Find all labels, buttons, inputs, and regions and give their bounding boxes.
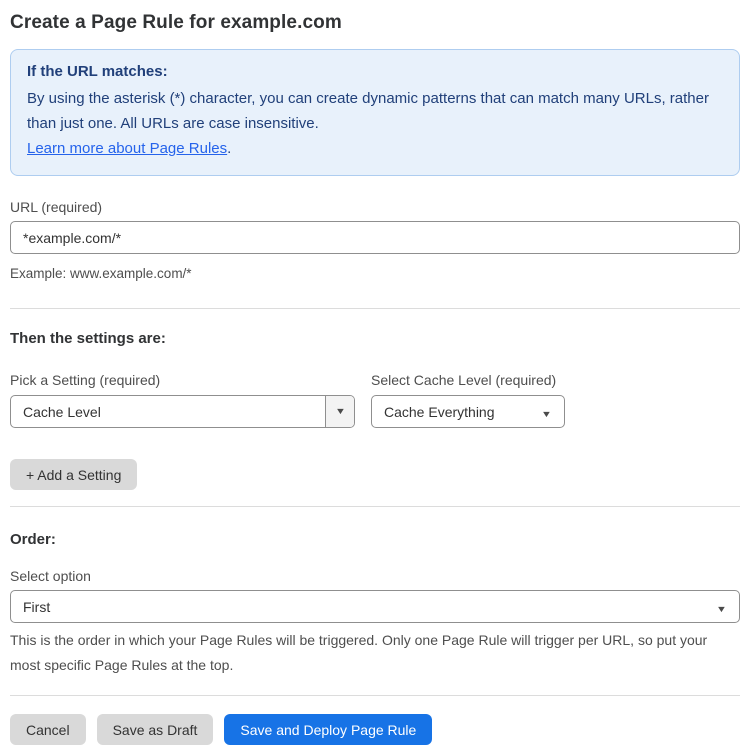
order-select[interactable]: First ▼ — [10, 590, 740, 623]
url-input[interactable] — [10, 221, 740, 254]
divider — [10, 308, 740, 309]
form-actions: Cancel Save as Draft Save and Deploy Pag… — [10, 714, 740, 745]
add-setting-button[interactable]: + Add a Setting — [10, 459, 138, 490]
cancel-button[interactable]: Cancel — [10, 714, 86, 745]
cache-level-value: Cache Everything — [384, 403, 495, 420]
create-page-rule-form: Create a Page Rule for example.com If th… — [0, 0, 750, 745]
save-and-deploy-button[interactable]: Save and Deploy Page Rule — [224, 714, 433, 745]
order-helper-text: This is the order in which your Page Rul… — [10, 632, 708, 673]
url-match-info-box: If the URL matches: By using the asteris… — [10, 49, 740, 176]
divider — [10, 506, 740, 507]
learn-more-link[interactable]: Learn more about Page Rules — [27, 140, 227, 157]
order-select-label: Select option — [10, 568, 91, 584]
divider — [10, 695, 740, 696]
pick-setting-label: Pick a Setting (required) — [10, 372, 161, 388]
save-as-draft-button[interactable]: Save as Draft — [96, 714, 214, 745]
order-select-value: First — [23, 598, 51, 615]
order-section-heading: Order: — [10, 531, 56, 548]
chevron-down-icon: ▼ — [334, 406, 346, 416]
pick-setting-arrow-button[interactable]: ▼ — [325, 396, 354, 427]
settings-section-heading: Then the settings are: — [10, 330, 166, 347]
pick-setting-value: Cache Level — [23, 403, 101, 420]
settings-row: Pick a Setting (required) Cache Level ▼ … — [10, 372, 740, 428]
page-title: Create a Page Rule for example.com — [10, 12, 342, 33]
url-field-label: URL (required) — [10, 199, 103, 215]
info-box-body: By using the asterisk (*) character, you… — [27, 90, 709, 132]
chevron-down-icon: ▼ — [715, 603, 728, 614]
cache-level-label: Select Cache Level (required) — [371, 372, 557, 388]
url-example-helper: Example: www.example.com/* — [10, 266, 192, 281]
chevron-down-icon: ▼ — [540, 408, 553, 419]
cache-level-select[interactable]: Cache Everything ▼ — [371, 395, 565, 428]
pick-setting-select[interactable]: Cache Level ▼ — [10, 395, 355, 428]
info-box-heading: If the URL matches: — [27, 63, 168, 80]
link-suffix: . — [227, 140, 232, 157]
